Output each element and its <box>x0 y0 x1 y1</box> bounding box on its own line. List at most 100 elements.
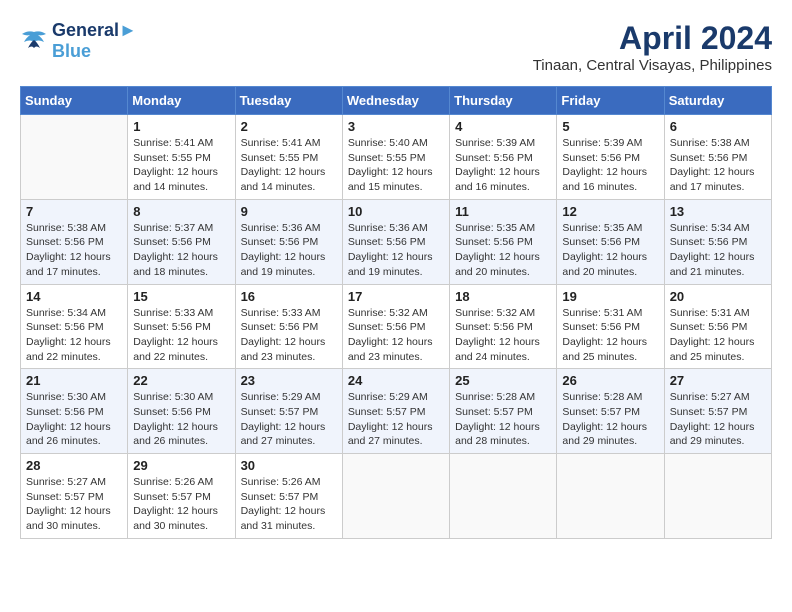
day-info: Sunrise: 5:26 AMSunset: 5:57 PMDaylight:… <box>241 475 337 534</box>
day-number: 19 <box>562 289 658 304</box>
logo-icon <box>20 30 48 52</box>
day-number: 18 <box>455 289 551 304</box>
calendar-cell <box>664 454 771 539</box>
logo: General► Blue <box>20 20 137 62</box>
page-subtitle: Tinaan, Central Visayas, Philippines <box>533 57 772 74</box>
day-info: Sunrise: 5:36 AMSunset: 5:56 PMDaylight:… <box>348 221 444 280</box>
day-number: 29 <box>133 458 229 473</box>
weekday-row: SundayMondayTuesdayWednesdayThursdayFrid… <box>21 87 772 115</box>
day-info: Sunrise: 5:38 AMSunset: 5:56 PMDaylight:… <box>670 136 766 195</box>
day-info: Sunrise: 5:38 AMSunset: 5:56 PMDaylight:… <box>26 221 122 280</box>
title-block: April 2024 Tinaan, Central Visayas, Phil… <box>533 20 772 74</box>
weekday-header-tuesday: Tuesday <box>235 87 342 115</box>
day-number: 12 <box>562 204 658 219</box>
day-info: Sunrise: 5:29 AMSunset: 5:57 PMDaylight:… <box>348 390 444 449</box>
day-number: 20 <box>670 289 766 304</box>
day-info: Sunrise: 5:41 AMSunset: 5:55 PMDaylight:… <box>133 136 229 195</box>
day-info: Sunrise: 5:37 AMSunset: 5:56 PMDaylight:… <box>133 221 229 280</box>
calendar-cell: 28Sunrise: 5:27 AMSunset: 5:57 PMDayligh… <box>21 454 128 539</box>
day-number: 16 <box>241 289 337 304</box>
calendar-cell: 18 Sunrise: 5:32 AMSunset: 5:56 PMDayligh… <box>450 284 557 369</box>
calendar-cell: 15 Sunrise: 5:33 AMSunset: 5:56 PMDayligh… <box>128 284 235 369</box>
day-number: 10 <box>348 204 444 219</box>
calendar-cell: 19 Sunrise: 5:31 AMSunset: 5:56 PMDayligh… <box>557 284 664 369</box>
calendar-cell: 20 Sunrise: 5:31 AMSunset: 5:56 PMDayligh… <box>664 284 771 369</box>
day-info: Sunrise: 5:28 AMSunset: 5:57 PMDaylight:… <box>562 390 658 449</box>
calendar-cell: 30Sunrise: 5:26 AMSunset: 5:57 PMDayligh… <box>235 454 342 539</box>
day-info: Sunrise: 5:35 AMSunset: 5:56 PMDaylight:… <box>455 221 551 280</box>
day-number: 27 <box>670 373 766 388</box>
weekday-header-monday: Monday <box>128 87 235 115</box>
day-info: Sunrise: 5:39 AMSunset: 5:56 PMDaylight:… <box>455 136 551 195</box>
calendar-cell: 4 Sunrise: 5:39 AMSunset: 5:56 PMDaylight… <box>450 115 557 200</box>
day-number: 11 <box>455 204 551 219</box>
day-info: Sunrise: 5:34 AMSunset: 5:56 PMDaylight:… <box>670 221 766 280</box>
day-number: 14 <box>26 289 122 304</box>
calendar-cell: 17Sunrise: 5:32 AMSunset: 5:56 PMDayligh… <box>342 284 449 369</box>
calendar-cell: 27Sunrise: 5:27 AMSunset: 5:57 PMDayligh… <box>664 369 771 454</box>
day-info: Sunrise: 5:33 AMSunset: 5:56 PMDaylight:… <box>133 306 229 365</box>
day-info: Sunrise: 5:41 AMSunset: 5:55 PMDaylight:… <box>241 136 337 195</box>
day-number: 23 <box>241 373 337 388</box>
day-info: Sunrise: 5:40 AMSunset: 5:55 PMDaylight:… <box>348 136 444 195</box>
day-number: 4 <box>455 119 551 134</box>
calendar-cell: 29 Sunrise: 5:26 AMSunset: 5:57 PMDayligh… <box>128 454 235 539</box>
calendar-cell: 23 Sunrise: 5:29 AMSunset: 5:57 PMDayligh… <box>235 369 342 454</box>
day-number: 26 <box>562 373 658 388</box>
weekday-header-saturday: Saturday <box>664 87 771 115</box>
day-number: 3 <box>348 119 444 134</box>
calendar-cell: 14 Sunrise: 5:34 AMSunset: 5:56 PMDayligh… <box>21 284 128 369</box>
day-info: Sunrise: 5:26 AMSunset: 5:57 PMDaylight:… <box>133 475 229 534</box>
day-info: Sunrise: 5:28 AMSunset: 5:57 PMDaylight:… <box>455 390 551 449</box>
day-number: 17 <box>348 289 444 304</box>
day-info: Sunrise: 5:27 AMSunset: 5:57 PMDaylight:… <box>26 475 122 534</box>
day-number: 1 <box>133 119 229 134</box>
calendar-week-4: 21Sunrise: 5:30 AMSunset: 5:56 PMDayligh… <box>21 369 772 454</box>
weekday-header-thursday: Thursday <box>450 87 557 115</box>
calendar-cell: 7Sunrise: 5:38 AMSunset: 5:56 PMDaylight… <box>21 199 128 284</box>
day-number: 22 <box>133 373 229 388</box>
day-number: 8 <box>133 204 229 219</box>
calendar-cell: 6 Sunrise: 5:38 AMSunset: 5:56 PMDaylight… <box>664 115 771 200</box>
calendar-week-1: 1 Sunrise: 5:41 AMSunset: 5:55 PMDaylight… <box>21 115 772 200</box>
day-number: 13 <box>670 204 766 219</box>
day-info: Sunrise: 5:32 AMSunset: 5:56 PMDaylight:… <box>455 306 551 365</box>
page-title: April 2024 <box>533 20 772 57</box>
weekday-header-wednesday: Wednesday <box>342 87 449 115</box>
day-number: 24 <box>348 373 444 388</box>
day-number: 2 <box>241 119 337 134</box>
calendar-table: SundayMondayTuesdayWednesdayThursdayFrid… <box>20 86 772 539</box>
page-header: General► Blue April 2024 Tinaan, Central… <box>20 20 772 74</box>
day-number: 15 <box>133 289 229 304</box>
day-number: 6 <box>670 119 766 134</box>
day-info: Sunrise: 5:30 AMSunset: 5:56 PMDaylight:… <box>26 390 122 449</box>
day-info: Sunrise: 5:35 AMSunset: 5:56 PMDaylight:… <box>562 221 658 280</box>
weekday-header-friday: Friday <box>557 87 664 115</box>
calendar-cell: 26 Sunrise: 5:28 AMSunset: 5:57 PMDayligh… <box>557 369 664 454</box>
calendar-cell <box>450 454 557 539</box>
calendar-cell: 1 Sunrise: 5:41 AMSunset: 5:55 PMDaylight… <box>128 115 235 200</box>
calendar-cell: 3 Sunrise: 5:40 AMSunset: 5:55 PMDaylight… <box>342 115 449 200</box>
day-number: 9 <box>241 204 337 219</box>
weekday-header-sunday: Sunday <box>21 87 128 115</box>
calendar-week-2: 7Sunrise: 5:38 AMSunset: 5:56 PMDaylight… <box>21 199 772 284</box>
calendar-cell: 9 Sunrise: 5:36 AMSunset: 5:56 PMDaylight… <box>235 199 342 284</box>
day-number: 5 <box>562 119 658 134</box>
calendar-cell: 12 Sunrise: 5:35 AMSunset: 5:56 PMDayligh… <box>557 199 664 284</box>
day-info: Sunrise: 5:29 AMSunset: 5:57 PMDaylight:… <box>241 390 337 449</box>
calendar-header: SundayMondayTuesdayWednesdayThursdayFrid… <box>21 87 772 115</box>
day-number: 25 <box>455 373 551 388</box>
calendar-cell: 16Sunrise: 5:33 AMSunset: 5:56 PMDayligh… <box>235 284 342 369</box>
logo-text: General► Blue <box>52 20 137 62</box>
calendar-cell <box>21 115 128 200</box>
calendar-cell: 10 Sunrise: 5:36 AMSunset: 5:56 PMDayligh… <box>342 199 449 284</box>
calendar-cell: 24 Sunrise: 5:29 AMSunset: 5:57 PMDayligh… <box>342 369 449 454</box>
day-info: Sunrise: 5:31 AMSunset: 5:56 PMDaylight:… <box>670 306 766 365</box>
calendar-week-3: 14 Sunrise: 5:34 AMSunset: 5:56 PMDayligh… <box>21 284 772 369</box>
calendar-cell <box>342 454 449 539</box>
day-info: Sunrise: 5:36 AMSunset: 5:56 PMDaylight:… <box>241 221 337 280</box>
calendar-cell: 25 Sunrise: 5:28 AMSunset: 5:57 PMDayligh… <box>450 369 557 454</box>
day-info: Sunrise: 5:34 AMSunset: 5:56 PMDaylight:… <box>26 306 122 365</box>
day-info: Sunrise: 5:31 AMSunset: 5:56 PMDaylight:… <box>562 306 658 365</box>
calendar-cell: 5Sunrise: 5:39 AMSunset: 5:56 PMDaylight… <box>557 115 664 200</box>
